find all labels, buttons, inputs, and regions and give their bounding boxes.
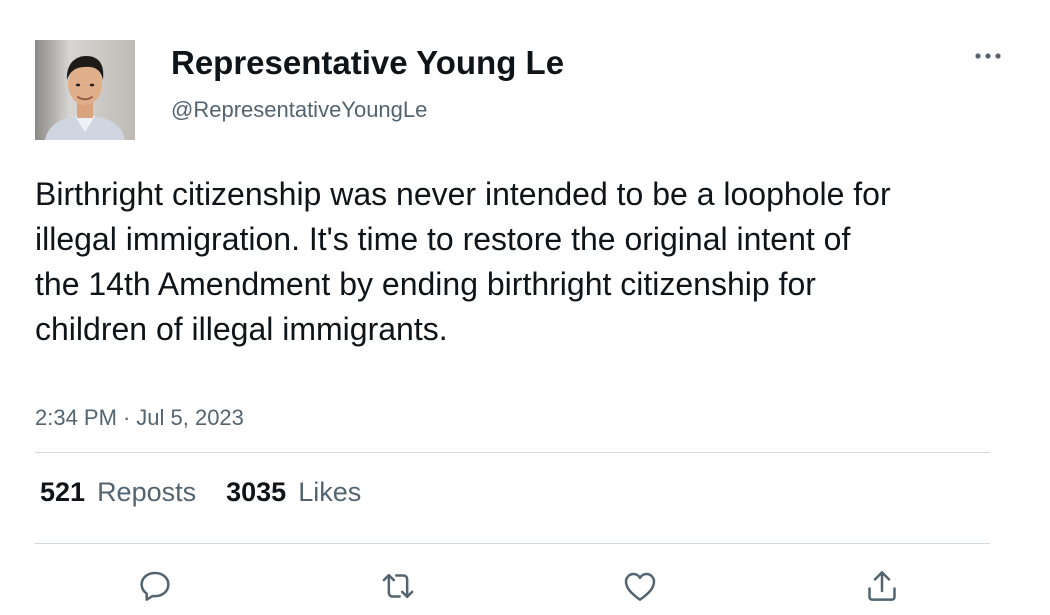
repost-icon <box>382 573 414 599</box>
reply-button[interactable] <box>133 564 177 608</box>
heart-icon <box>624 572 656 601</box>
reposts-count: 521 <box>40 477 86 507</box>
engagement-stats: 521 Reposts 3035 Likes <box>40 477 391 508</box>
share-button[interactable] <box>860 564 904 608</box>
likes-count: 3035 <box>226 477 287 507</box>
display-name[interactable]: Representative Young Le <box>171 44 564 82</box>
reposts-stat[interactable]: 521 Reposts <box>40 477 196 508</box>
tweet-time: 2:34 PM <box>35 405 117 430</box>
avatar-photo <box>35 40 135 140</box>
timestamp-separator: · <box>122 405 131 430</box>
divider <box>35 452 990 453</box>
tweet-card: Representative Young Le @RepresentativeY… <box>0 0 1050 615</box>
likes-label: Likes <box>298 477 362 507</box>
likes-stat[interactable]: 3035 Likes <box>226 477 361 508</box>
more-options-button[interactable] <box>968 42 1008 70</box>
user-handle[interactable]: @RepresentativeYoungLe <box>171 97 427 123</box>
reposts-label: Reposts <box>97 477 197 507</box>
tweet-text: Birthright citizenship was never intende… <box>35 176 891 347</box>
action-bar <box>0 560 1050 610</box>
like-button[interactable] <box>618 564 662 608</box>
divider <box>35 543 990 544</box>
tweet-date: Jul 5, 2023 <box>136 405 244 430</box>
share-icon <box>868 571 896 601</box>
more-horizontal-icon <box>975 53 1001 59</box>
avatar[interactable] <box>35 40 135 140</box>
repost-button[interactable] <box>376 564 420 608</box>
reply-icon <box>140 571 170 601</box>
tweet-timestamp[interactable]: 2:34 PM · Jul 5, 2023 <box>35 405 244 431</box>
